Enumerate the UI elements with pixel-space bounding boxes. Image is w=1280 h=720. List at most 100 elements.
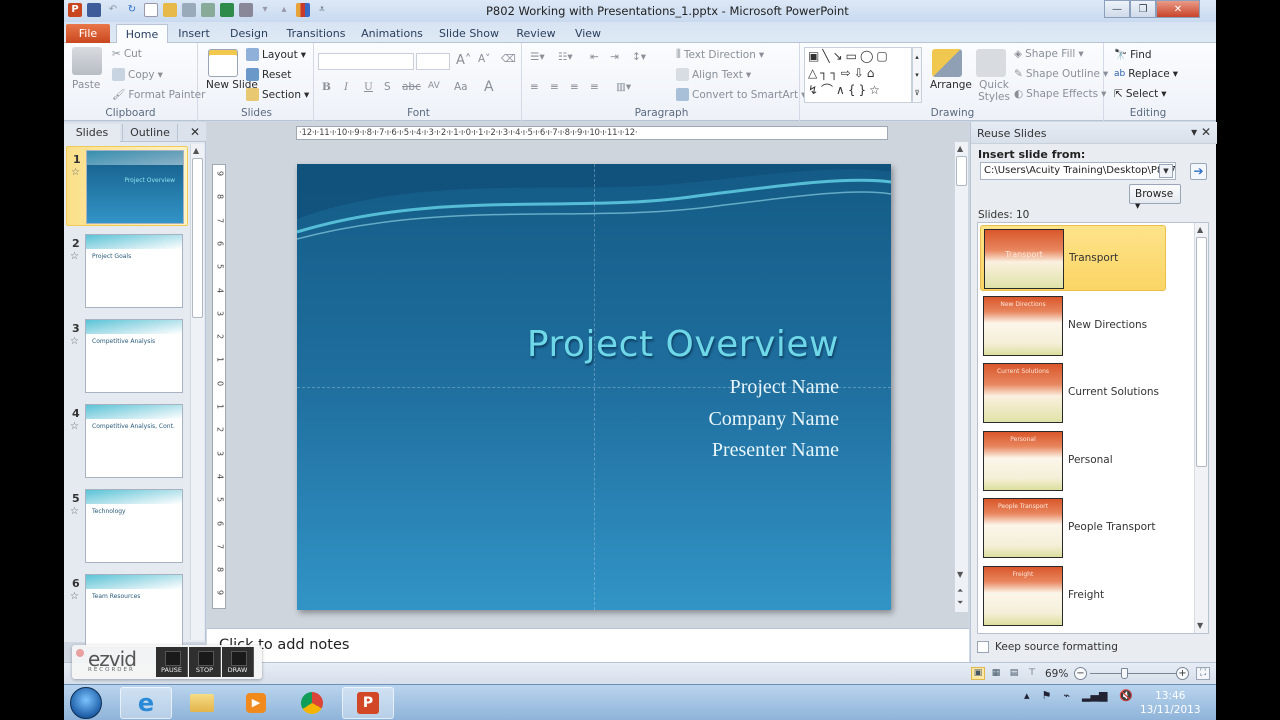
scroll-thumb[interactable] (956, 156, 967, 186)
slide-canvas[interactable]: Project Overview Project Name Company Na… (297, 164, 891, 610)
notes-pane[interactable]: Click to add notes (207, 628, 969, 662)
ezvid-draw-button[interactable]: DRAW (222, 647, 254, 677)
volume-muted-icon[interactable]: 🔇 (1119, 689, 1133, 702)
slide-thumbnail-row[interactable]: 2 ☆ Project Goals (66, 231, 188, 311)
arrange-button[interactable]: Arrange (930, 79, 972, 91)
slides-pane-scrollbar[interactable]: ▲ (190, 144, 204, 640)
tab-review[interactable]: Review (514, 24, 558, 43)
slide-subtitle-company[interactable]: Company Name (708, 408, 839, 431)
reuse-list-scrollbar[interactable]: ▲ ▼ (1194, 223, 1208, 633)
copy-button[interactable]: Copy ▾ (112, 68, 163, 81)
align-text-button[interactable]: Align Text ▾ (676, 68, 751, 81)
tab-transitions[interactable]: Transitions (284, 24, 348, 43)
close-button[interactable]: ✕ (1156, 0, 1200, 18)
slide-thumbnail[interactable]: Project Goals (85, 234, 183, 308)
fit-to-window-button[interactable]: ⛶ (1196, 667, 1210, 680)
reuse-slide-thumbnail[interactable]: People Transport (983, 498, 1063, 558)
tab-slide-show[interactable]: Slide Show (436, 24, 502, 43)
taskbar-powerpoint[interactable]: P (342, 687, 394, 719)
clear-formatting-button[interactable]: ⌫ (501, 53, 516, 65)
slide-thumbnail-row[interactable]: 4 ☆ Competitive Analysis, Cont. (66, 401, 188, 481)
reuse-slide-thumbnail[interactable]: Freight (983, 565, 1063, 626)
tab-animations[interactable]: Animations (360, 24, 424, 43)
path-dropdown-icon[interactable]: ▼ (1159, 164, 1173, 178)
editor-scrollbar[interactable]: ▲ ▼ ⏶ ⏷ (954, 142, 968, 612)
reuse-slide-item[interactable]: New Directions New Directions (980, 293, 1166, 359)
replace-button[interactable]: ab Replace ▾ (1114, 68, 1178, 80)
slide-thumbnail-row[interactable]: 3 ☆ Competitive Analysis (66, 316, 188, 396)
excel-icon[interactable] (220, 3, 234, 17)
scroll-thumb[interactable] (192, 158, 203, 318)
go-arrow-button[interactable]: ➔ (1190, 163, 1207, 180)
reuse-slide-item[interactable]: Current Solutions Current Solutions (980, 360, 1166, 426)
close-pane-icon[interactable]: ✕ (190, 125, 200, 139)
line-spacing-button[interactable]: ↕▾ (632, 51, 646, 63)
start-button[interactable] (70, 687, 102, 719)
file-path-input[interactable]: C:\Users\Acuity Training\Desktop\P807 Ir (980, 162, 1176, 180)
bold-button[interactable]: B (322, 81, 331, 93)
shape-effects-button[interactable]: ◐ Shape Effects ▾ (1014, 88, 1106, 100)
character-spacing-button[interactable]: AV (428, 81, 440, 91)
columns-button[interactable]: ▥▾ (616, 81, 631, 93)
taskbar-chrome[interactable] (286, 687, 338, 719)
tab-view[interactable]: View (570, 24, 606, 43)
reuse-slide-item[interactable]: Transport Transport (980, 225, 1166, 291)
browse-button[interactable]: Browse ▾ (1129, 184, 1181, 212)
slide-thumbnail[interactable]: Competitive Analysis (85, 319, 183, 393)
reuse-slide-item[interactable]: Personal Personal (980, 428, 1166, 494)
cut-button[interactable]: ✂ Cut (112, 48, 142, 60)
taskbar-media-player[interactable]: ▶ (230, 687, 282, 719)
slide-subtitle-project[interactable]: Project Name (730, 376, 839, 399)
underline-button[interactable]: U (364, 81, 373, 93)
format-painter-button[interactable]: 🖌 Format Painter (112, 88, 205, 102)
slide-thumbnail[interactable]: Project Overview (86, 150, 184, 224)
minimize-button[interactable]: — (1104, 0, 1130, 18)
text-direction-button[interactable]: ⫼ Text Direction ▾ (676, 48, 764, 61)
slide-title[interactable]: Project Overview (527, 324, 839, 365)
slide-thumbnail[interactable]: Competitive Analysis, Cont. (85, 404, 183, 478)
tab-outline[interactable]: Outline (122, 124, 178, 142)
keep-source-checkbox[interactable] (977, 641, 989, 653)
slide-thumbnail[interactable]: Technology (85, 489, 183, 563)
shape-fill-button[interactable]: ◈ Shape Fill ▾ (1014, 48, 1084, 60)
quick-styles-button[interactable]: Quick Styles (974, 79, 1014, 103)
select-button[interactable]: ⇱ Select ▾ (1114, 88, 1167, 100)
slide-thumbnail-row[interactable]: 5 ☆ Technology (66, 486, 188, 566)
open-icon[interactable] (163, 3, 177, 17)
reading-view-button[interactable]: ▤ (1007, 667, 1021, 680)
grow-font-button[interactable]: A˄ (456, 53, 471, 68)
shrink-font-button[interactable]: A˅ (478, 53, 490, 65)
reuse-slide-thumbnail[interactable]: New Directions (983, 295, 1063, 356)
layout-button[interactable]: Layout ▾ (246, 48, 306, 61)
slide-thumbnail-row[interactable]: 6 ☆ Team Resources (66, 571, 188, 651)
keep-source-formatting[interactable]: Keep source formatting (977, 641, 1118, 653)
normal-view-button[interactable]: ▣ (971, 667, 985, 680)
align-center-button[interactable]: ≡ (550, 81, 559, 93)
new-icon[interactable] (144, 3, 158, 17)
section-button[interactable]: Section ▾ (246, 88, 309, 101)
slide-thumbnail[interactable]: Team Resources (85, 574, 183, 648)
slide-thumbnail-row[interactable]: 1 ☆ Project Overview (66, 146, 188, 226)
spelling-icon[interactable] (201, 3, 215, 17)
increase-indent-button[interactable]: ⇥ (610, 51, 619, 63)
taskbar-windows-explorer[interactable] (176, 687, 228, 719)
undo-icon[interactable]: ↶ (106, 3, 120, 17)
font-name-select[interactable] (318, 53, 414, 70)
shape-outline-button[interactable]: ✎ Shape Outline ▾ (1014, 68, 1108, 80)
action-center-flag-icon[interactable]: ⚑ (1042, 689, 1052, 702)
chart-icon[interactable] (296, 3, 310, 17)
tab-slides[interactable]: Slides (64, 124, 120, 142)
change-case-button[interactable]: Aa (454, 81, 468, 93)
clock[interactable]: 13:46 13/11/2013 (1140, 689, 1201, 717)
shapes-gallery[interactable]: ▣╲↘▭◯▢ △┐┐⇨⇩⌂ ↯⌒∧{}☆ (804, 47, 912, 103)
tab-home[interactable]: Home (116, 24, 168, 44)
scroll-thumb[interactable] (1196, 237, 1207, 467)
reuse-slide-thumbnail[interactable]: Transport (984, 229, 1064, 289)
tab-design[interactable]: Design (224, 24, 274, 43)
align-left-button[interactable]: ≡ (530, 81, 539, 93)
pane-options-icon[interactable]: ▾ (1191, 125, 1197, 139)
zoom-in-button[interactable]: + (1176, 667, 1189, 680)
shapes-scroll[interactable]: ▴ ▾ ⊽ (912, 47, 922, 103)
decrease-indent-button[interactable]: ⇤ (590, 51, 599, 63)
redo-dropdown-icon[interactable]: ▴ (277, 3, 291, 17)
